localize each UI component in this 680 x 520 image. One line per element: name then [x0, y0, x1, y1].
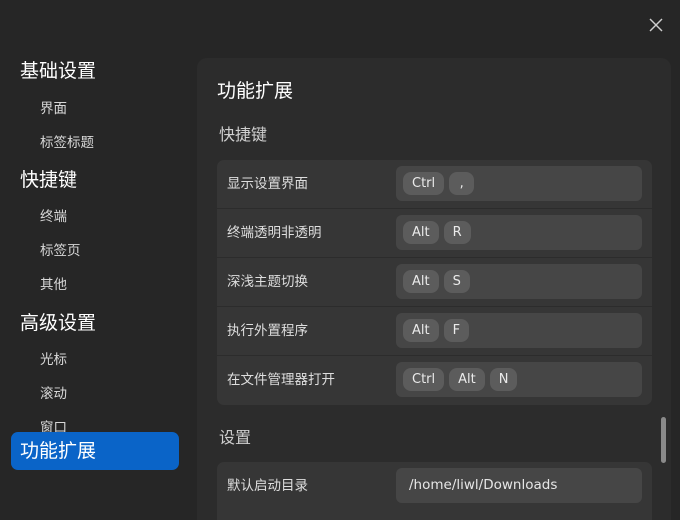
shortcut-label: 在文件管理器打开 [227, 372, 335, 388]
shortcut-label: 深浅主题切换 [227, 274, 308, 290]
shortcuts-card: 显示设置界面 Ctrl , 终端透明非透明 Alt R 深浅主题切换 Alt S… [217, 160, 652, 405]
shortcut-field-toggle-transparency[interactable]: Alt R [396, 215, 642, 250]
main-panel: 功能扩展 快捷键 显示设置界面 Ctrl , 终端透明非透明 Alt R 深浅主… [197, 58, 671, 520]
sidebar-item-tabs[interactable]: 标签页 [40, 239, 81, 263]
key-group: Alt R [403, 221, 471, 244]
key-cap: S [443, 270, 470, 293]
shortcut-row: 深浅主题切换 Alt S [217, 258, 652, 307]
sidebar-item-terminal[interactable]: 终端 [40, 205, 67, 229]
key-cap: Ctrl [403, 172, 445, 195]
section-title-settings: 设置 [219, 428, 252, 447]
close-button[interactable] [646, 15, 666, 35]
key-cap: Alt [403, 221, 439, 244]
default-directory-input[interactable]: /home/liwl/Downloads [396, 468, 642, 503]
shortcut-row: 在文件管理器打开 Ctrl Alt N [217, 356, 652, 405]
shortcut-row: 显示设置界面 Ctrl , [217, 160, 652, 209]
key-cap: Alt [403, 270, 439, 293]
sidebar-item-other[interactable]: 其他 [40, 273, 67, 297]
settings-window: 基础设置 界面 标签标题 快捷键 终端 标签页 其他 高级设置 光标 滚动 窗口… [0, 0, 680, 520]
key-cap: , [449, 172, 475, 195]
key-cap: N [489, 368, 518, 391]
shortcut-field-open-file-manager[interactable]: Ctrl Alt N [396, 362, 642, 397]
scrollbar-thumb[interactable] [661, 417, 666, 463]
shortcut-label: 显示设置界面 [227, 176, 308, 192]
key-cap: Alt [449, 368, 485, 391]
key-cap: Alt [403, 319, 439, 342]
shortcut-field-run-external[interactable]: Alt F [396, 313, 642, 348]
sidebar-item-tab-title[interactable]: 标签标题 [40, 131, 94, 155]
page-title: 功能扩展 [217, 80, 294, 102]
key-group: Alt S [403, 270, 470, 293]
section-title-shortcuts: 快捷键 [219, 125, 268, 144]
sidebar-group-advanced[interactable]: 高级设置 [20, 308, 96, 338]
key-group: Ctrl , [403, 172, 475, 195]
sidebar-group-shortcuts[interactable]: 快捷键 [20, 165, 77, 195]
key-group: Ctrl Alt N [403, 368, 518, 391]
shortcut-field-show-settings[interactable]: Ctrl , [396, 166, 642, 201]
settings-card: 默认启动目录 /home/liwl/Downloads [217, 462, 652, 520]
sidebar-group-basic[interactable]: 基础设置 [20, 56, 96, 86]
key-cap: R [443, 221, 471, 244]
sidebar-item-scroll[interactable]: 滚动 [40, 382, 67, 406]
key-cap: F [443, 319, 470, 342]
shortcut-row: 执行外置程序 Alt F [217, 307, 652, 356]
sidebar-item-extensions[interactable]: 功能扩展 [11, 432, 179, 470]
sidebar-item-interface[interactable]: 界面 [40, 97, 67, 121]
sidebar-item-extensions-label: 功能扩展 [20, 440, 97, 462]
default-directory-value: /home/liwl/Downloads [409, 477, 558, 493]
sidebar-item-cursor[interactable]: 光标 [40, 348, 67, 372]
key-cap: Ctrl [403, 368, 445, 391]
close-icon [649, 18, 663, 32]
shortcut-label: 终端透明非透明 [227, 225, 322, 241]
setting-row: 默认启动目录 /home/liwl/Downloads [217, 462, 652, 511]
shortcut-label: 执行外置程序 [227, 323, 308, 339]
key-group: Alt F [403, 319, 470, 342]
shortcut-row: 终端透明非透明 Alt R [217, 209, 652, 258]
setting-label: 默认启动目录 [227, 478, 308, 494]
shortcut-field-toggle-theme[interactable]: Alt S [396, 264, 642, 299]
